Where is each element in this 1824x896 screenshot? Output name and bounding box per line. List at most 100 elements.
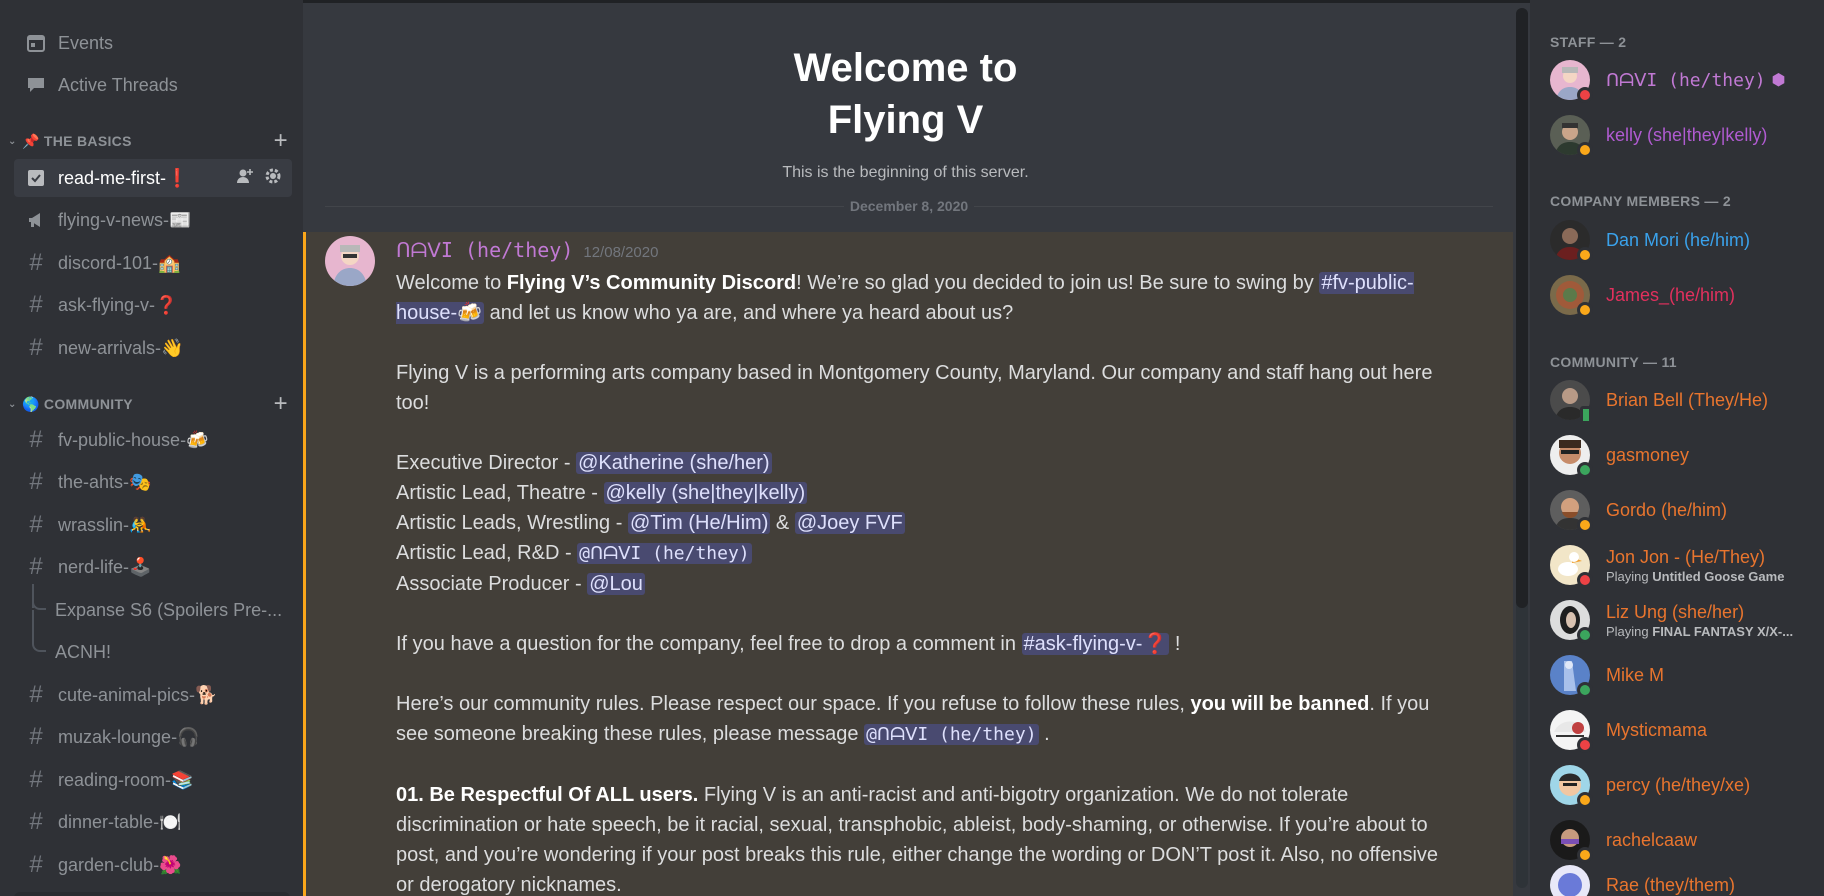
member-group-heading: COMMUNITY — 11 xyxy=(1550,354,1677,370)
status-dnd-icon xyxy=(1577,87,1593,103)
member-percy[interactable]: percy (he/they/xe) xyxy=(1550,761,1820,809)
text: Here’s our community rules. Please respe… xyxy=(396,693,1191,715)
member-name: Rae (they/them) xyxy=(1606,874,1736,895)
channel-reading-room[interactable]: # reading-room-📚 xyxy=(14,761,292,799)
member-rachelcaaw[interactable]: rachelcaaw xyxy=(1550,816,1820,864)
member-mysticmama[interactable]: Mysticmama xyxy=(1550,706,1820,754)
gear-icon[interactable] xyxy=(264,167,282,190)
member-name: Brian Bell (They/He) xyxy=(1606,389,1769,410)
rule-paragraph: 01. Be Respectful Of ALL users. Flying V… xyxy=(396,780,1456,896)
thread-label: ACNH! xyxy=(55,641,112,662)
channel-the-ahts[interactable]: # the-ahts-🎭 xyxy=(14,463,292,501)
member-james[interactable]: James_(he/him) xyxy=(1550,271,1820,319)
staff-role: Artistic Lead, Theatre - xyxy=(396,482,604,504)
hash-icon: # xyxy=(29,334,43,361)
channel-cute-animal-pics[interactable]: # cute-animal-pics-🐕 xyxy=(14,676,292,714)
invite-icon[interactable] xyxy=(236,167,254,190)
member-brian-bell[interactable]: Brian Bell (They/He) xyxy=(1550,376,1820,424)
member-text: Liz Ung (she/her) Playing FINAL FANTASY … xyxy=(1606,602,1793,639)
channel-read-me-first[interactable]: read-me-first-❗ xyxy=(14,159,292,197)
channel-new-arrivals[interactable]: # new-arrivals-👋 xyxy=(14,329,292,367)
threads-icon xyxy=(24,73,48,97)
member-dan-mori[interactable]: Dan Mori (he/him) xyxy=(1550,216,1820,264)
channel-sidebar: Events Active Threads ⌄ 📌 THE BASICS + r… xyxy=(0,0,303,896)
activity-game: FINAL FANTASY X/X-... xyxy=(1652,623,1794,639)
thread-connector xyxy=(32,610,46,652)
thread-acnh[interactable]: ACNH! xyxy=(55,633,111,671)
hash-icon: # xyxy=(29,291,43,318)
member-name: gasmoney xyxy=(1606,444,1690,465)
category-community[interactable]: ⌄ 🌎 COMMUNITY + xyxy=(8,390,298,418)
member-rae[interactable]: Rae (they/them) xyxy=(1550,861,1820,896)
user-mention[interactable]: @Lou xyxy=(587,573,645,595)
user-mention[interactable]: @ᑎᗩᐯI (he/they) xyxy=(577,543,752,564)
channel-nerd-life[interactable]: # nerd-life-🕹️ xyxy=(14,548,292,586)
member-group-heading: COMPANY MEMBERS — 2 xyxy=(1550,193,1731,209)
category-label: 📌 THE BASICS xyxy=(22,132,132,149)
avatar xyxy=(1550,435,1593,478)
channel-label: dinner-table-🍽️ xyxy=(58,811,182,832)
channel-label: reading-room-📚 xyxy=(58,769,194,790)
member-name: Jon Jon - (He/They) xyxy=(1606,546,1766,567)
message-paragraph: If you have a question for the company, … xyxy=(396,629,1456,659)
header-edge xyxy=(303,0,1530,3)
rules-icon xyxy=(24,166,48,190)
hash-icon: # xyxy=(29,766,43,793)
user-mention[interactable]: @Katherine (she/her) xyxy=(576,452,772,474)
avatar xyxy=(1550,115,1593,158)
user-mention[interactable]: @Tim (He/Him) xyxy=(627,512,771,534)
channel-garden-club[interactable]: # garden-club-🌺 xyxy=(14,846,292,884)
avatar[interactable] xyxy=(325,236,375,286)
avatar xyxy=(1550,600,1593,643)
member-name: Liz Ung (she/her) xyxy=(1606,601,1745,622)
text: ! xyxy=(1169,633,1181,655)
avatar xyxy=(1550,765,1593,808)
avatar xyxy=(1550,60,1593,103)
activity-prefix: Playing xyxy=(1606,623,1653,639)
channel-wrasslin[interactable]: # wrasslin-🤼 xyxy=(14,506,292,544)
channel-fv-public-house[interactable]: # fv-public-house-🍻 xyxy=(14,421,292,459)
hash-icon: # xyxy=(29,468,43,495)
category-the-basics[interactable]: ⌄ 📌 THE BASICS + xyxy=(8,127,298,155)
member-list: STAFF — 2 ᑎᗩᐯI (he/they) ⬢ kelly (she|th… xyxy=(1530,0,1824,896)
member-mike-m[interactable]: Mike M xyxy=(1550,651,1820,699)
hash-icon: # xyxy=(29,249,43,276)
status-idle-icon xyxy=(1577,517,1593,533)
chat-area: Welcome to Flying V This is the beginnin… xyxy=(303,0,1530,896)
add-channel-icon[interactable]: + xyxy=(274,390,288,418)
channel-label: cute-animal-pics-🐕 xyxy=(58,684,218,705)
staff-role: Artistic Leads, Wrestling - xyxy=(396,512,628,534)
member-jon-jon[interactable]: Jon Jon - (He/They) Playing Untitled Goo… xyxy=(1550,541,1820,589)
status-idle-icon xyxy=(1577,792,1593,808)
channel-dinner-table[interactable]: # dinner-table-🍽️ xyxy=(14,803,292,841)
member-kelly[interactable]: kelly (she|they|kelly) xyxy=(1550,111,1820,159)
channel-muzak-lounge[interactable]: # muzak-lounge-🎧 xyxy=(14,718,292,756)
channel-flying-v-news[interactable]: flying-v-news-📰 xyxy=(14,201,292,239)
thread-expanse-s6[interactable]: Expanse S6 (Spoilers Pre-... xyxy=(55,591,282,629)
avatar xyxy=(1550,380,1592,424)
pinned-message[interactable]: ᑎᗩᐯI (he/they) 12/08/2020 Welcome to Fly… xyxy=(303,232,1513,896)
channel-discord-101[interactable]: # discord-101-🏫 xyxy=(14,244,292,282)
add-channel-icon[interactable]: + xyxy=(274,127,288,155)
user-mention[interactable]: @kelly (she|they|kelly) xyxy=(603,482,808,504)
message-body: Welcome to Flying V’s Community Discord!… xyxy=(396,268,1456,896)
sidebar-item-events[interactable]: Events xyxy=(14,24,292,62)
member-gordo[interactable]: Gordo (he/him) xyxy=(1550,486,1820,534)
status-online-icon xyxy=(1577,462,1593,478)
text: Welcome to xyxy=(396,272,507,294)
staff-role: Executive Director - xyxy=(396,452,577,474)
member-liz-ung[interactable]: Liz Ung (she/her) Playing FINAL FANTASY … xyxy=(1550,596,1820,644)
message-author[interactable]: ᑎᗩᐯI (he/they) xyxy=(396,238,573,262)
sidebar-item-active-threads[interactable]: Active Threads xyxy=(14,66,292,104)
thread-label: Expanse S6 (Spoilers Pre-... xyxy=(55,599,283,620)
channel-mention[interactable]: #ask-flying-v-❓ xyxy=(1021,633,1170,655)
user-mention[interactable]: @Joey FVF xyxy=(794,512,905,534)
channel-label: fv-public-house-🍻 xyxy=(58,429,209,450)
member-name: Mike M xyxy=(1606,664,1664,685)
member-gasmoney[interactable]: gasmoney xyxy=(1550,431,1820,479)
scrollbar-thumb[interactable] xyxy=(1516,8,1528,608)
channel-ask-flying-v[interactable]: # ask-flying-v-❓ xyxy=(14,286,292,324)
sidebar-item-label: Events xyxy=(58,32,114,53)
user-mention[interactable]: @ᑎᗩᐯI (he/they) xyxy=(864,724,1039,745)
member-navi[interactable]: ᑎᗩᐯI (he/they) ⬢ xyxy=(1550,56,1820,104)
